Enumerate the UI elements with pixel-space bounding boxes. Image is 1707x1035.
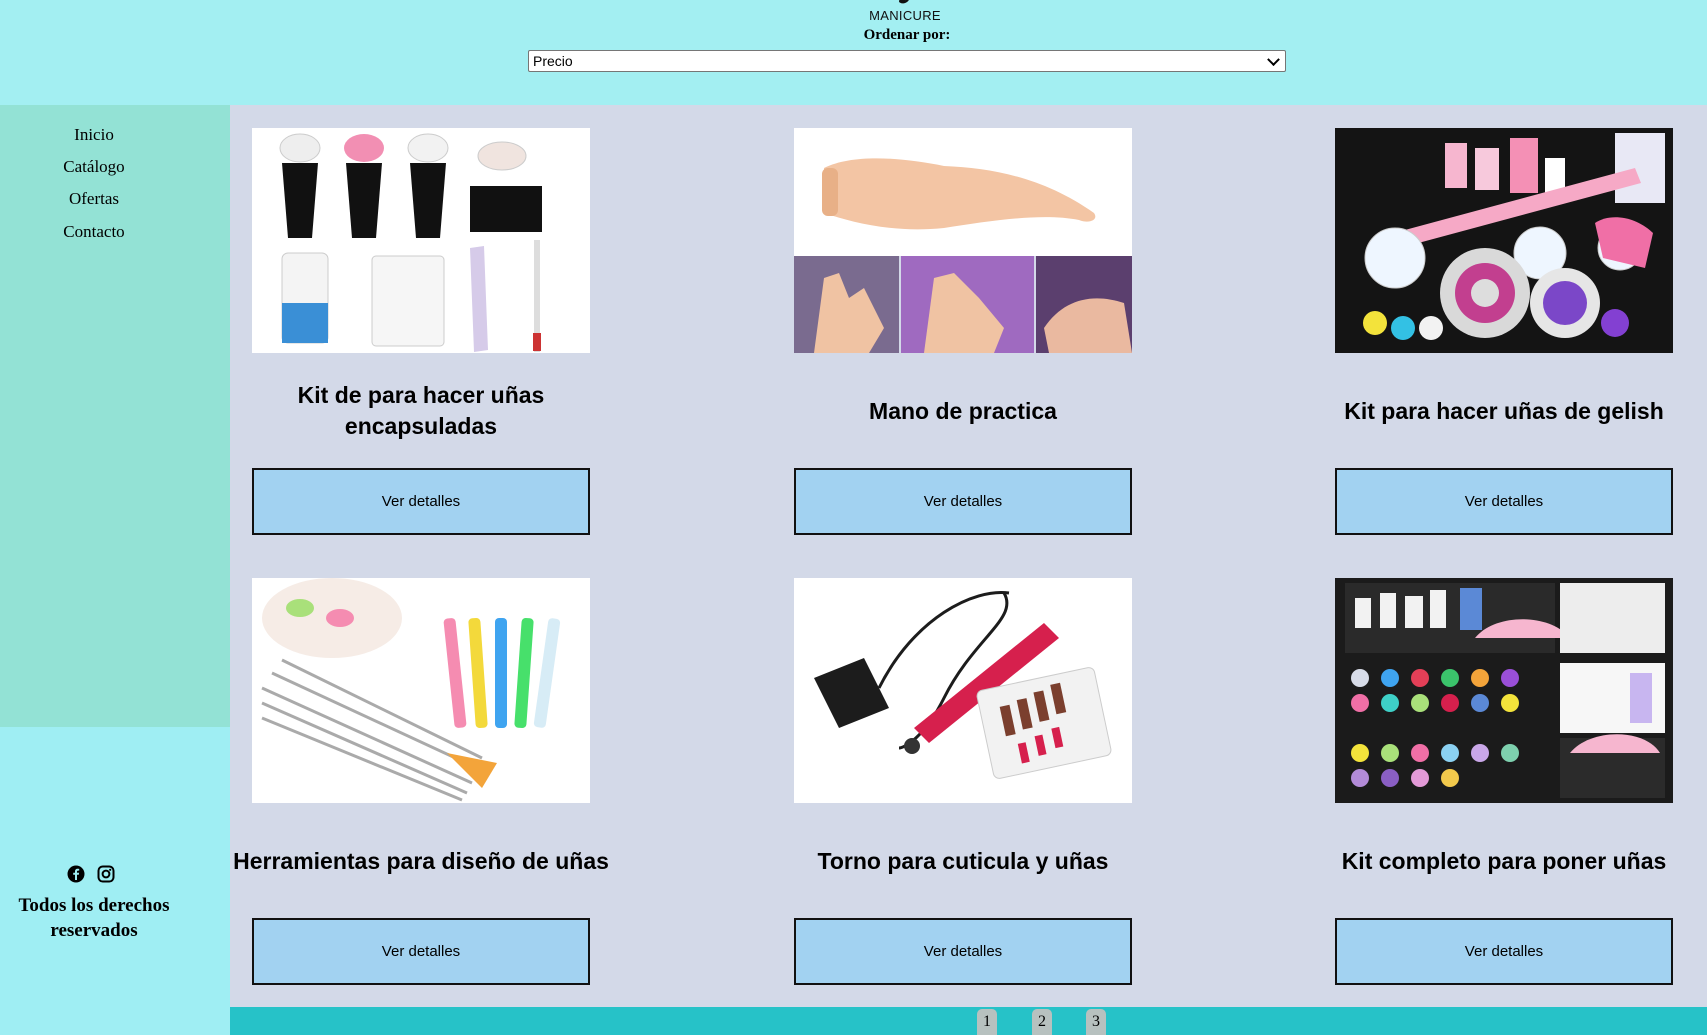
sort-label: Ordenar por:: [863, 27, 951, 43]
product-title: Herramientas para diseño de uñas: [233, 847, 609, 874]
product-grid: Kit de para hacer uñas encapsuladas Ver …: [230, 105, 1707, 1007]
instagram-icon[interactable]: [97, 865, 115, 883]
product-image[interactable]: [252, 578, 590, 803]
page-button-2[interactable]: 2: [1032, 1009, 1052, 1035]
sort-selected-value: Precio: [533, 53, 573, 69]
copyright-text: Todos los derechos reservados: [18, 895, 170, 941]
sidebar-item-ofertas[interactable]: Ofertas: [0, 189, 188, 209]
product-title: Torno para cuticula y uñas: [817, 847, 1109, 874]
product-image[interactable]: [1335, 578, 1673, 803]
social-links: [67, 865, 123, 885]
product-image[interactable]: [1335, 128, 1673, 353]
facebook-icon[interactable]: [67, 865, 85, 883]
sidebar-item-contacto[interactable]: Contacto: [0, 222, 188, 242]
product-image[interactable]: [252, 128, 590, 353]
product-title: Kit para hacer uñas de gelish: [1344, 397, 1664, 424]
sidebar-footer: Todos los derechos reservados: [0, 727, 230, 1035]
view-details-button[interactable]: Ver detalles: [794, 918, 1132, 985]
view-details-button[interactable]: Ver detalles: [252, 918, 590, 985]
view-details-button[interactable]: Ver detalles: [794, 468, 1132, 535]
page-button-1[interactable]: 1: [977, 1009, 997, 1035]
product-title: Kit completo para poner uñas: [1341, 847, 1667, 874]
view-details-button[interactable]: Ver detalles: [252, 468, 590, 535]
view-details-button[interactable]: Ver detalles: [1335, 918, 1673, 985]
view-details-button[interactable]: Ver detalles: [1335, 468, 1673, 535]
logo[interactable]: MANICURE: [830, 0, 980, 26]
sidebar: Inicio Catálogo Ofertas Contacto: [0, 105, 230, 727]
header: MANICURE Ordenar por: Precio: [0, 0, 1707, 105]
logo-mark-icon: [899, 0, 909, 4]
product-title: Mano de practica: [869, 397, 1057, 424]
product-title: Kit de para hacer uñas encapsuladas: [297, 382, 545, 439]
product-image[interactable]: [794, 128, 1132, 353]
sort-select[interactable]: Precio: [528, 50, 1286, 72]
sidebar-item-inicio[interactable]: Inicio: [0, 125, 188, 145]
chevron-down-icon: [1267, 53, 1280, 67]
pagination: 1 2 3: [230, 1007, 1707, 1035]
logo-text: MANICURE: [869, 8, 941, 23]
page-button-3[interactable]: 3: [1086, 1009, 1106, 1035]
product-image[interactable]: [794, 578, 1132, 803]
sidebar-item-catalogo[interactable]: Catálogo: [0, 157, 188, 177]
